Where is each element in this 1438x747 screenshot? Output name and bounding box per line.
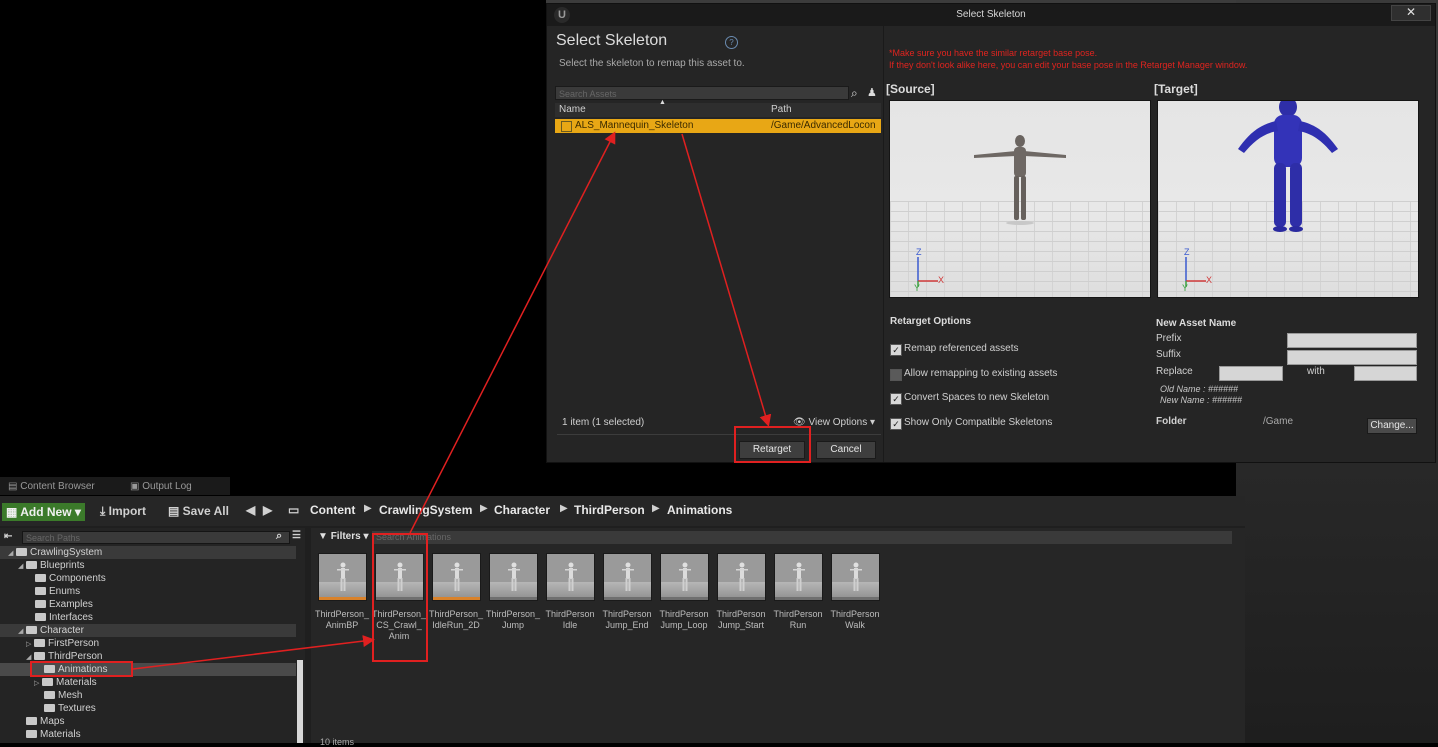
arrow-folder-to-asset xyxy=(132,635,375,670)
arrow-skeleton-to-retarget xyxy=(681,133,772,427)
arrow-asset-to-skeleton xyxy=(409,131,616,534)
annotation-arrows xyxy=(132,131,772,670)
